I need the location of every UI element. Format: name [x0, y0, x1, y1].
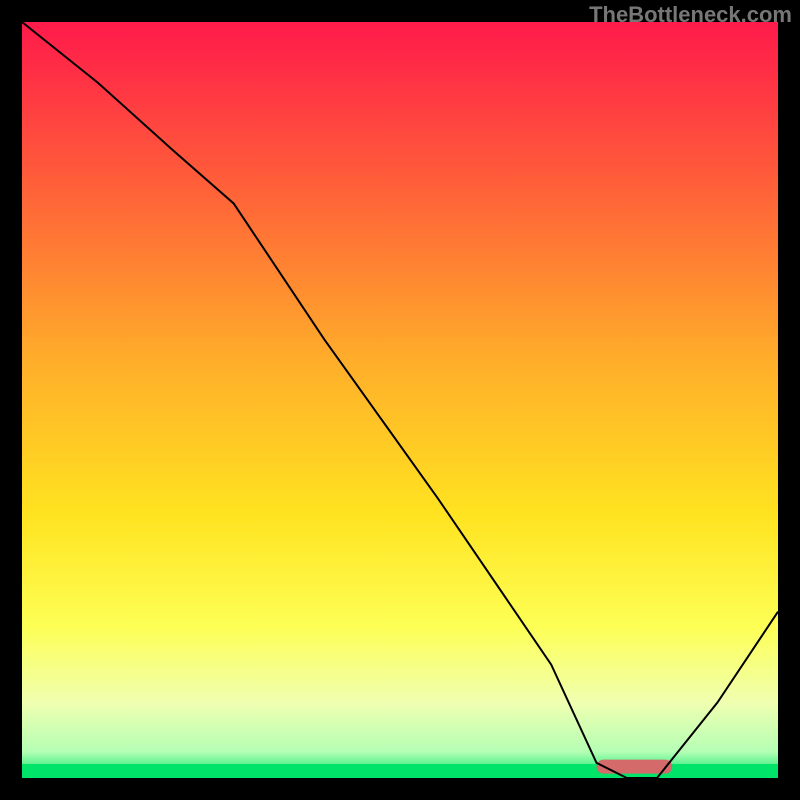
watermark-text: TheBottleneck.com [589, 2, 792, 28]
chart-container: TheBottleneck.com [0, 0, 800, 800]
plot-area [22, 22, 778, 778]
optimal-bar [597, 760, 673, 774]
chart-svg [22, 22, 778, 778]
gradient-background [22, 22, 778, 778]
